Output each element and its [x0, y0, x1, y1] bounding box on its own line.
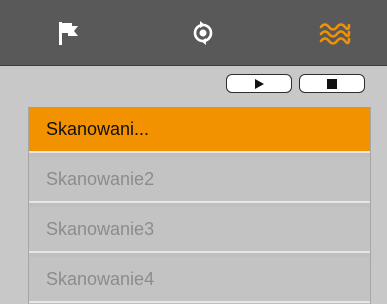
- scan-panel: Skanowani... Skanowanie2 Skanowanie3 Ska…: [0, 0, 387, 304]
- scan-list-item[interactable]: Skanowanie3: [29, 207, 370, 253]
- tab-scan[interactable]: [290, 0, 380, 66]
- scan-item-label: Skanowani...: [46, 118, 150, 139]
- tab-flag[interactable]: [23, 0, 113, 66]
- scan-list-item[interactable]: Skanowanie4: [29, 257, 370, 303]
- scan-list-item[interactable]: Skanowani...: [29, 107, 370, 153]
- play-icon: [255, 78, 264, 89]
- tab-rotate[interactable]: [158, 0, 248, 66]
- scan-item-label: Skanowanie4: [46, 268, 155, 289]
- stop-button[interactable]: [299, 74, 365, 93]
- rotate-target-icon: [193, 21, 213, 45]
- tab-bar: [0, 0, 387, 66]
- scan-toolbar: [0, 66, 387, 106]
- scan-list-item[interactable]: Skanowanie2: [29, 157, 370, 203]
- scan-item-label: Skanowanie3: [46, 218, 155, 239]
- wave-scan-icon: [319, 23, 351, 45]
- play-button[interactable]: [226, 74, 292, 93]
- flag-icon: [59, 22, 78, 45]
- stop-icon: [327, 78, 337, 89]
- scan-list: Skanowani... Skanowanie2 Skanowanie3 Ska…: [28, 107, 371, 304]
- scan-item-label: Skanowanie2: [46, 168, 155, 189]
